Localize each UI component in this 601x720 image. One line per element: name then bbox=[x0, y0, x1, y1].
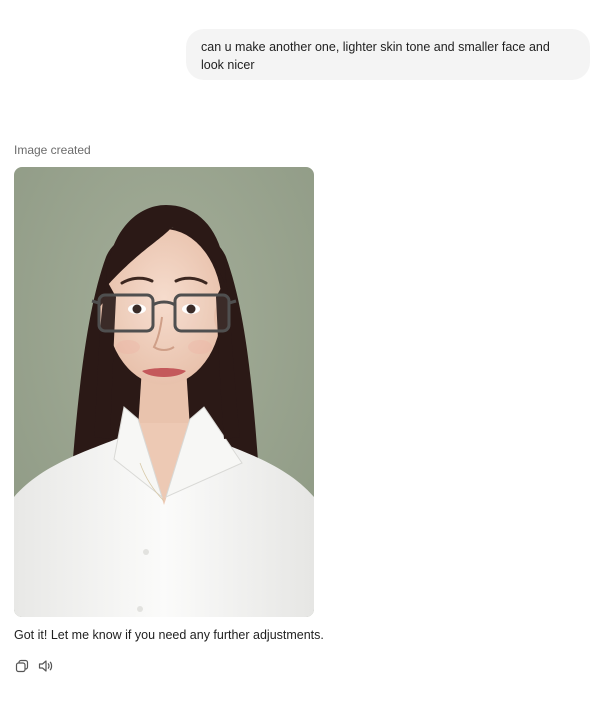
copy-icon bbox=[15, 659, 29, 678]
glasses-right-lens bbox=[173, 293, 231, 333]
glasses-left-lens bbox=[97, 293, 155, 333]
assistant-reply-text: Got it! Let me know if you need any furt… bbox=[14, 628, 324, 642]
user-message-text: can u make another one, lighter skin ton… bbox=[201, 40, 550, 72]
shirt-button bbox=[143, 549, 149, 555]
speaker-icon bbox=[38, 659, 54, 678]
copy-button[interactable] bbox=[14, 659, 30, 678]
shirt-button bbox=[137, 606, 143, 612]
read-aloud-button[interactable] bbox=[38, 659, 54, 678]
image-created-label: Image created bbox=[14, 143, 91, 157]
portrait-illustration bbox=[14, 167, 314, 617]
user-message-bubble: can u make another one, lighter skin ton… bbox=[186, 29, 590, 80]
generated-portrait-image[interactable] bbox=[14, 167, 314, 617]
message-actions bbox=[14, 659, 54, 678]
